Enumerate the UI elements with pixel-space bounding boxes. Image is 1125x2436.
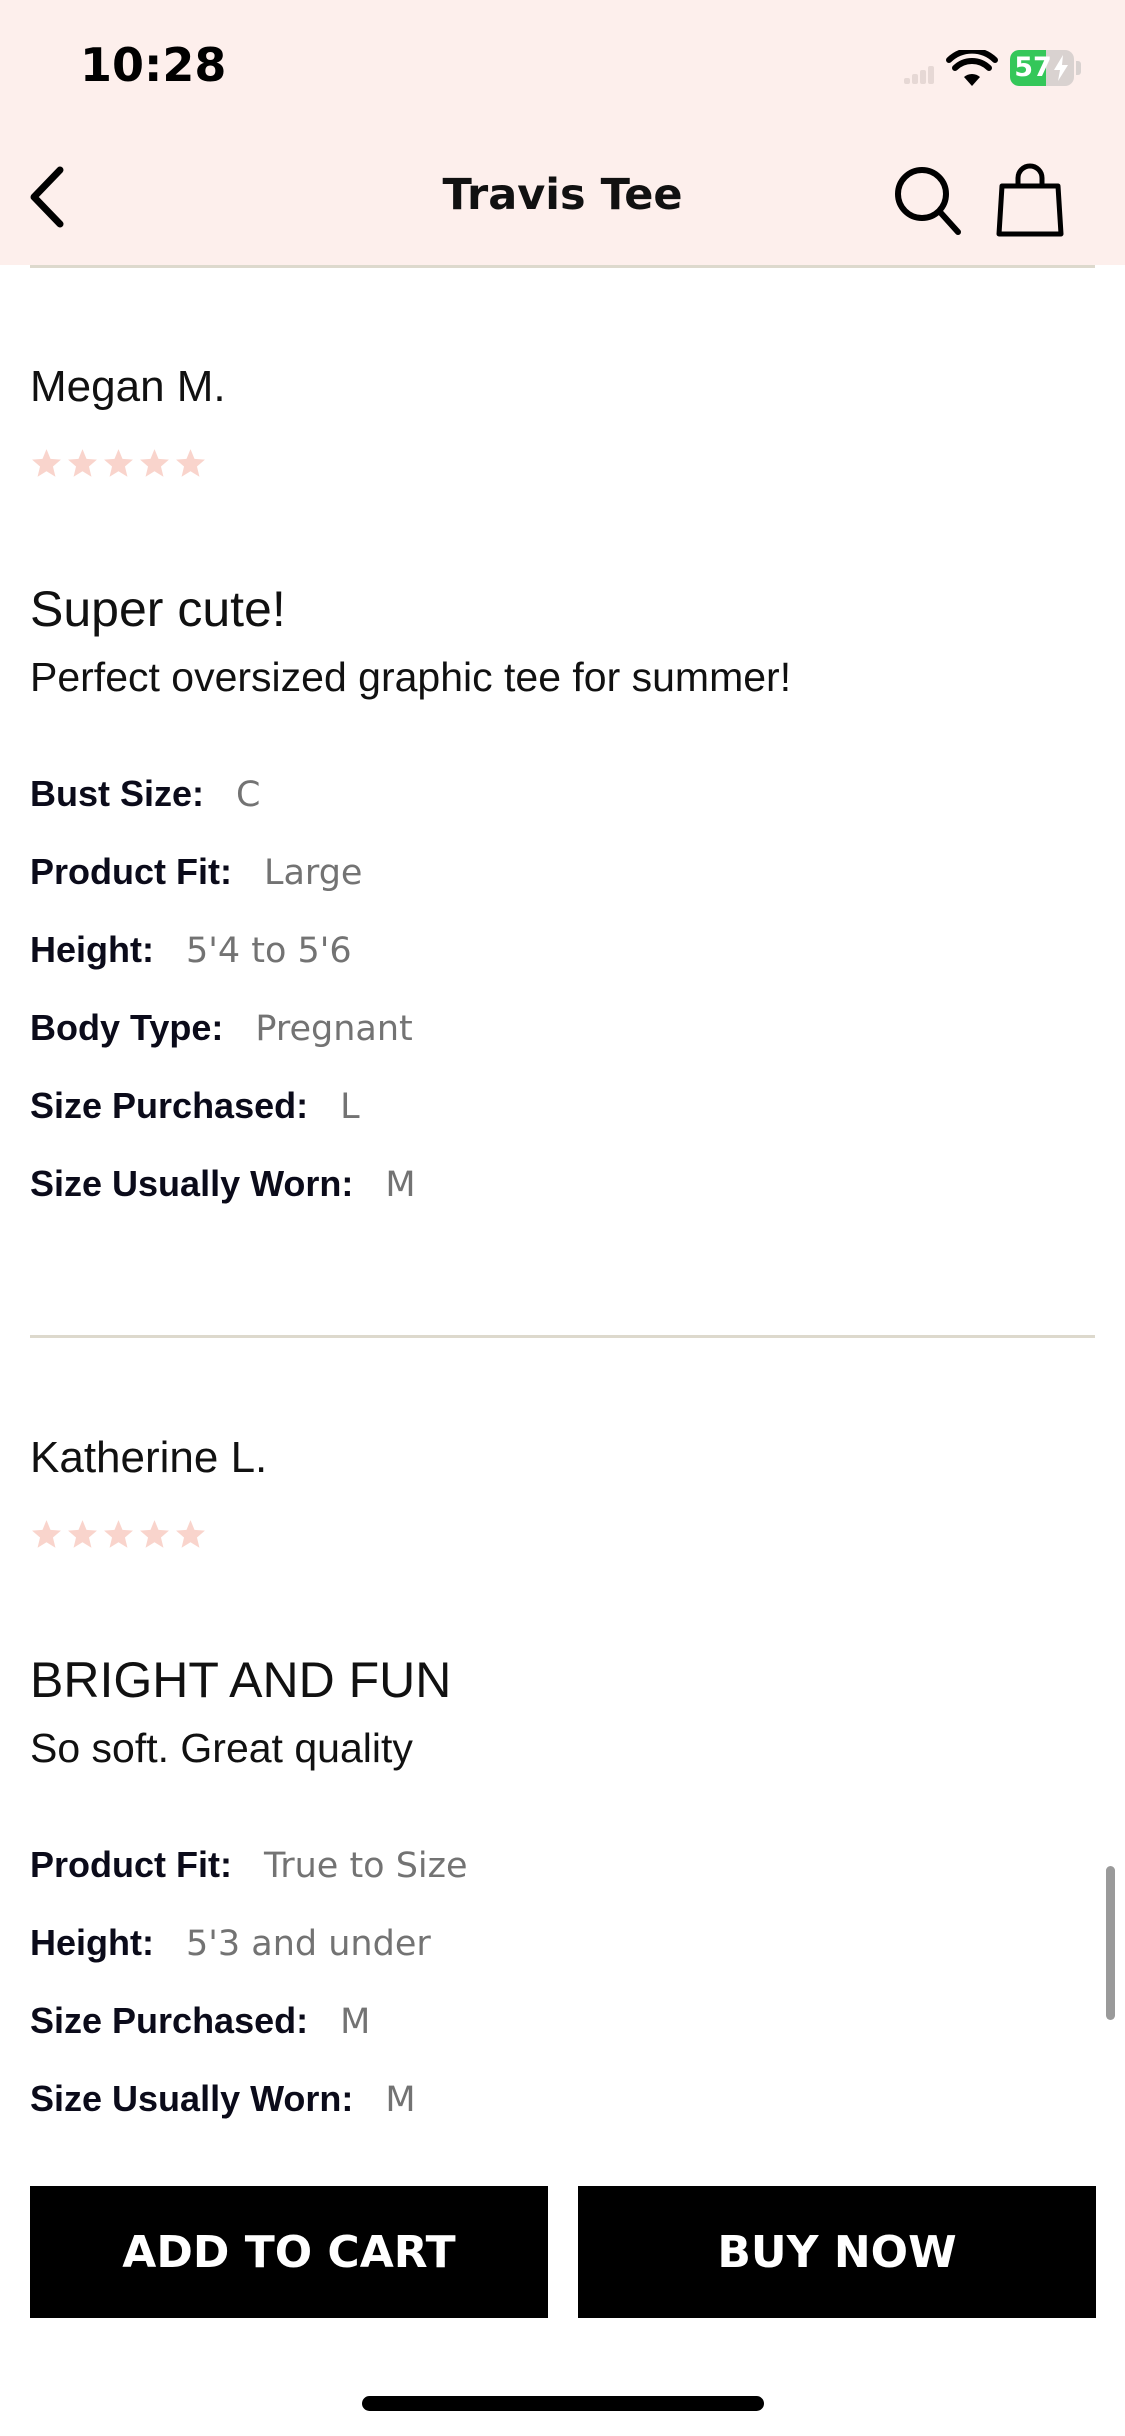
product-reviews-screen: 10:28 57 Travis Tee Megan M. Super cute!… <box>0 0 1125 2436</box>
header-divider <box>30 265 1095 268</box>
home-indicator[interactable] <box>362 2396 764 2411</box>
attribute-label: Size Usually Worn: <box>30 2078 354 2119</box>
review-divider <box>30 1335 1095 1338</box>
review-attribute: Product Fit: True to Size <box>30 1844 468 1894</box>
attribute-label: Height: <box>30 1922 154 1963</box>
attribute-label: Product Fit: <box>30 851 232 892</box>
attribute-value: 5'4 to 5'6 <box>185 931 352 971</box>
review-attribute: Height: 5'4 to 5'6 <box>30 929 352 979</box>
star-icon <box>104 1520 133 1548</box>
review-attribute: Size Usually Worn: M <box>30 2078 416 2128</box>
review-attribute: Size Purchased: L <box>30 1085 360 1135</box>
star-rating <box>30 1518 207 1551</box>
star-icon <box>104 449 133 477</box>
attribute-value: L <box>340 1087 360 1127</box>
review-attribute: Size Usually Worn: M <box>30 1163 416 1213</box>
attribute-label: Height: <box>30 929 154 970</box>
attribute-label: Size Purchased: <box>30 1085 309 1126</box>
reviewer-name: Megan M. <box>30 362 226 411</box>
review-title: Super cute! <box>30 581 286 637</box>
attribute-label: Size Purchased: <box>30 2000 309 2041</box>
charging-bolt-icon <box>1054 55 1068 81</box>
wifi-icon <box>946 50 998 86</box>
search-icon[interactable] <box>892 164 962 236</box>
review-attribute: Product Fit: Large <box>30 851 362 901</box>
shopping-bag-icon[interactable] <box>994 160 1066 238</box>
review-attribute: Body Type: Pregnant <box>30 1007 413 1057</box>
attribute-label: Product Fit: <box>30 1844 232 1885</box>
attribute-label: Body Type: <box>30 1007 224 1048</box>
review-attribute: Size Purchased: M <box>30 2000 370 2050</box>
scrollbar[interactable] <box>1106 1866 1115 2020</box>
star-rating <box>30 447 207 480</box>
star-icon <box>32 449 61 477</box>
attribute-value: M <box>385 2080 416 2120</box>
battery-level: 57 <box>1014 52 1052 83</box>
attribute-label: Size Usually Worn: <box>30 1163 354 1204</box>
buy-now-button[interactable]: BUY NOW <box>578 2186 1096 2318</box>
review-attribute: Height: 5'3 and under <box>30 1922 431 1972</box>
attribute-value: M <box>385 1165 416 1205</box>
star-icon <box>176 1520 205 1548</box>
star-icon <box>68 1520 97 1548</box>
attribute-label: Bust Size: <box>30 773 205 814</box>
review-body: Perfect oversized graphic tee for summer… <box>30 654 792 700</box>
review-title: BRIGHT AND FUN <box>30 1652 452 1708</box>
reviewer-name: Katherine L. <box>30 1433 268 1482</box>
star-icon <box>176 449 205 477</box>
review-attribute: Bust Size: C <box>30 773 260 823</box>
star-icon <box>140 1520 169 1548</box>
attribute-value: M <box>340 2002 371 2042</box>
star-icon <box>140 449 169 477</box>
star-icon <box>32 1520 61 1548</box>
top-bar: 10:28 57 Travis Tee <box>0 0 1125 265</box>
attribute-value: C <box>236 775 261 815</box>
attribute-value: Large <box>263 853 363 893</box>
status-time: 10:28 <box>80 38 227 92</box>
battery-cap <box>1076 61 1081 75</box>
attribute-value: 5'3 and under <box>185 1924 431 1964</box>
battery-icon: 57 <box>1010 50 1074 86</box>
attribute-value: Pregnant <box>255 1009 413 1049</box>
star-icon <box>68 449 97 477</box>
attribute-value: True to Size <box>263 1846 468 1886</box>
cellular-signal-icon <box>904 64 934 84</box>
add-to-cart-button[interactable]: ADD TO CART <box>30 2186 548 2318</box>
review-body: So soft. Great quality <box>30 1725 413 1771</box>
